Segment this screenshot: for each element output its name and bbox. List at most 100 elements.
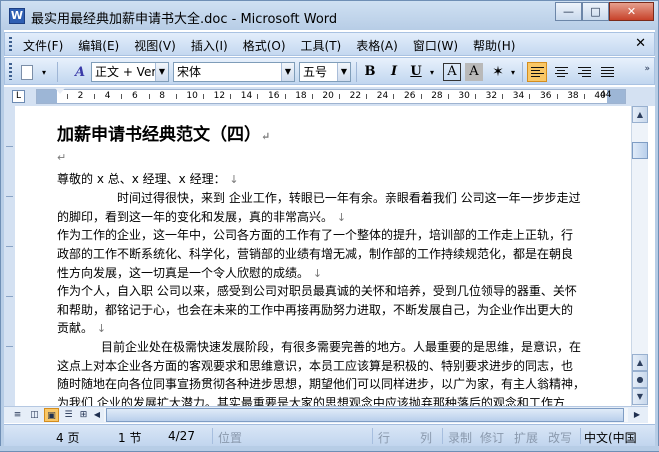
scroll-down-icon[interactable]: ▼ xyxy=(632,388,648,405)
chevron-down-icon[interactable]: ▼ xyxy=(337,63,350,81)
font-size-combo[interactable]: 五号 ▼ xyxy=(299,62,351,82)
menu-table[interactable]: 表格(A) xyxy=(356,37,398,54)
ruler-end-label: 44 xyxy=(600,90,612,100)
menu-file[interactable]: 文件(F) xyxy=(23,37,63,54)
horizontal-ruler[interactable]: 2 4 6 8 10 12 14 16 18 20 22 24 26 28 30 32 34 36 38 40 xyxy=(36,89,626,104)
maximize-button[interactable]: □ xyxy=(582,2,609,21)
reading-layout-view-icon[interactable]: ⊞ xyxy=(76,408,91,422)
status-separator xyxy=(580,428,581,444)
chevron-down-icon[interactable]: ▼ xyxy=(155,63,168,81)
print-layout-view-icon[interactable]: ▣ xyxy=(44,408,59,422)
status-extend-selection[interactable]: 扩展 xyxy=(514,429,538,446)
scroll-right-icon[interactable]: ▶ xyxy=(630,408,644,422)
ruler-number: 30 xyxy=(458,91,470,101)
title-bar[interactable]: W 最实用最经典加薪申请书大全.doc - Microsoft Word — □… xyxy=(0,0,659,30)
close-button[interactable]: ✕ xyxy=(609,2,654,21)
tab-selector[interactable]: L xyxy=(12,90,25,103)
ruler-number: 4 xyxy=(104,91,111,101)
status-record-macro[interactable]: 录制 xyxy=(448,429,472,446)
ruler-tick xyxy=(175,94,177,99)
line-break-icon: ↓ xyxy=(96,322,107,335)
ruler-tick xyxy=(475,94,476,99)
ruler-number: 38 xyxy=(567,91,579,101)
ruler-tick xyxy=(447,94,449,99)
menu-insert[interactable]: 插入(I) xyxy=(191,37,228,54)
scroll-up-icon[interactable]: ▲ xyxy=(632,354,648,371)
menu-help[interactable]: 帮助(H) xyxy=(473,37,515,54)
menu-edit[interactable]: 编辑(E) xyxy=(78,37,119,54)
normal-view-icon[interactable]: ≡ xyxy=(10,408,25,422)
status-language[interactable]: 中文(中国 xyxy=(584,429,637,446)
scaling-dropdown-chevron-icon[interactable]: ▾ xyxy=(508,63,518,81)
status-page: 4 页 xyxy=(56,431,80,445)
close-document-icon[interactable]: ✕ xyxy=(635,36,646,51)
menu-view[interactable]: 视图(V) xyxy=(134,37,176,54)
font-size-value: 五号 xyxy=(303,65,328,79)
first-line-indent-marker[interactable] xyxy=(55,88,65,94)
vertical-scrollbar[interactable]: ▲ ▲ ● ▼ xyxy=(631,106,648,406)
ruler-number: 24 xyxy=(376,91,389,101)
ruler-tick xyxy=(6,196,13,197)
scroll-left-icon[interactable]: ◀ xyxy=(90,408,104,422)
toolbar-grip[interactable] xyxy=(9,63,12,80)
character-shading-button[interactable]: A xyxy=(465,63,483,81)
status-track-changes[interactable]: 修订 xyxy=(480,429,504,446)
ruler-tick xyxy=(230,94,232,99)
menu-window[interactable]: 窗口(W) xyxy=(413,37,458,54)
menu-tools[interactable]: 工具(T) xyxy=(301,37,342,54)
text-line: 尊敬的 x 总、x 经理、x 经理： ↓ xyxy=(57,172,239,186)
ruler-tick xyxy=(339,94,340,99)
status-separator xyxy=(442,428,443,444)
ruler-number: 32 xyxy=(485,91,498,101)
ruler-number: 22 xyxy=(349,91,362,101)
new-document-icon[interactable] xyxy=(19,63,35,81)
ruler-number: 6 xyxy=(132,91,138,101)
document-editing-area[interactable]: 加薪申请书经典范文（四）↵ ↵ 尊敬的 x 总、x 经理、x 经理： ↓ 时间过… xyxy=(15,106,631,406)
ruler-number: 20 xyxy=(322,91,334,101)
vertical-scroll-thumb[interactable] xyxy=(632,142,648,159)
menu-format[interactable]: 格式(O) xyxy=(243,37,286,54)
ruler-number: 12 xyxy=(213,91,226,101)
underline-button[interactable]: U xyxy=(407,63,425,81)
underline-dropdown-chevron-icon[interactable]: ▾ xyxy=(427,63,437,81)
style-combo[interactable]: 正文 + Ver ▼ xyxy=(91,62,169,82)
ruler-tick xyxy=(420,94,422,99)
ruler-tick xyxy=(203,94,204,99)
status-bar: 4 页 1 节 4/27 位置 行 列 录制 修订 扩展 改写 中文(中国 xyxy=(4,424,655,446)
horizontal-scroll-thumb[interactable] xyxy=(106,408,624,422)
outline-view-icon[interactable]: ☰ xyxy=(61,408,76,422)
scroll-up-icon[interactable]: ▲ xyxy=(632,106,648,123)
text-line: 目前企业处在极需快速发展阶段，有很多需要完善的地方。人最重要的是思维，是意识，在 xyxy=(101,340,582,354)
styles-pane-icon[interactable]: A xyxy=(69,63,91,81)
font-combo[interactable]: 宋体 ▼ xyxy=(173,62,295,82)
ruler-tick xyxy=(6,346,13,347)
menu-grip[interactable] xyxy=(9,37,12,52)
status-overtype[interactable]: 改写 xyxy=(548,429,572,446)
ruler-tick xyxy=(6,246,13,247)
word-app-icon[interactable]: W xyxy=(9,8,25,24)
status-line: 行 xyxy=(378,431,391,445)
new-dropdown-chevron-icon[interactable]: ▾ xyxy=(39,63,49,81)
text-line: 时间过得很快，来到 企业工作，转眼已一年有余。亲眼看着我们 公司这一年一步步走过 xyxy=(117,191,581,205)
formatting-toolbar: ▾ A 正文 + Ver ▼ 宋体 ▼ 五号 ▼ B I U ▾ A A ✶ ▾… xyxy=(4,57,655,85)
ruler-tick xyxy=(529,94,531,99)
ruler-number: 8 xyxy=(159,91,165,101)
character-border-button[interactable]: A xyxy=(443,63,461,81)
select-browse-object-icon[interactable]: ● xyxy=(632,371,648,388)
web-layout-view-icon[interactable]: ◫ xyxy=(27,408,42,422)
chevron-down-icon[interactable]: ▼ xyxy=(281,63,294,81)
bold-button[interactable]: B xyxy=(361,63,379,81)
italic-button[interactable]: I xyxy=(385,63,403,81)
ruler-number: 18 xyxy=(295,91,307,101)
ruler-number: 26 xyxy=(404,91,416,101)
toolbar-options-icon[interactable]: » xyxy=(644,64,650,74)
character-scaling-icon[interactable]: ✶ xyxy=(489,63,507,81)
align-left-button[interactable] xyxy=(527,62,547,82)
align-center-button[interactable] xyxy=(551,62,571,82)
status-section: 1 节 xyxy=(118,431,142,445)
status-location: 位置 xyxy=(218,431,243,445)
toolbar-separator xyxy=(356,62,357,82)
minimize-button[interactable]: — xyxy=(555,2,582,21)
align-right-button[interactable] xyxy=(574,62,594,82)
justify-button[interactable] xyxy=(597,62,617,82)
